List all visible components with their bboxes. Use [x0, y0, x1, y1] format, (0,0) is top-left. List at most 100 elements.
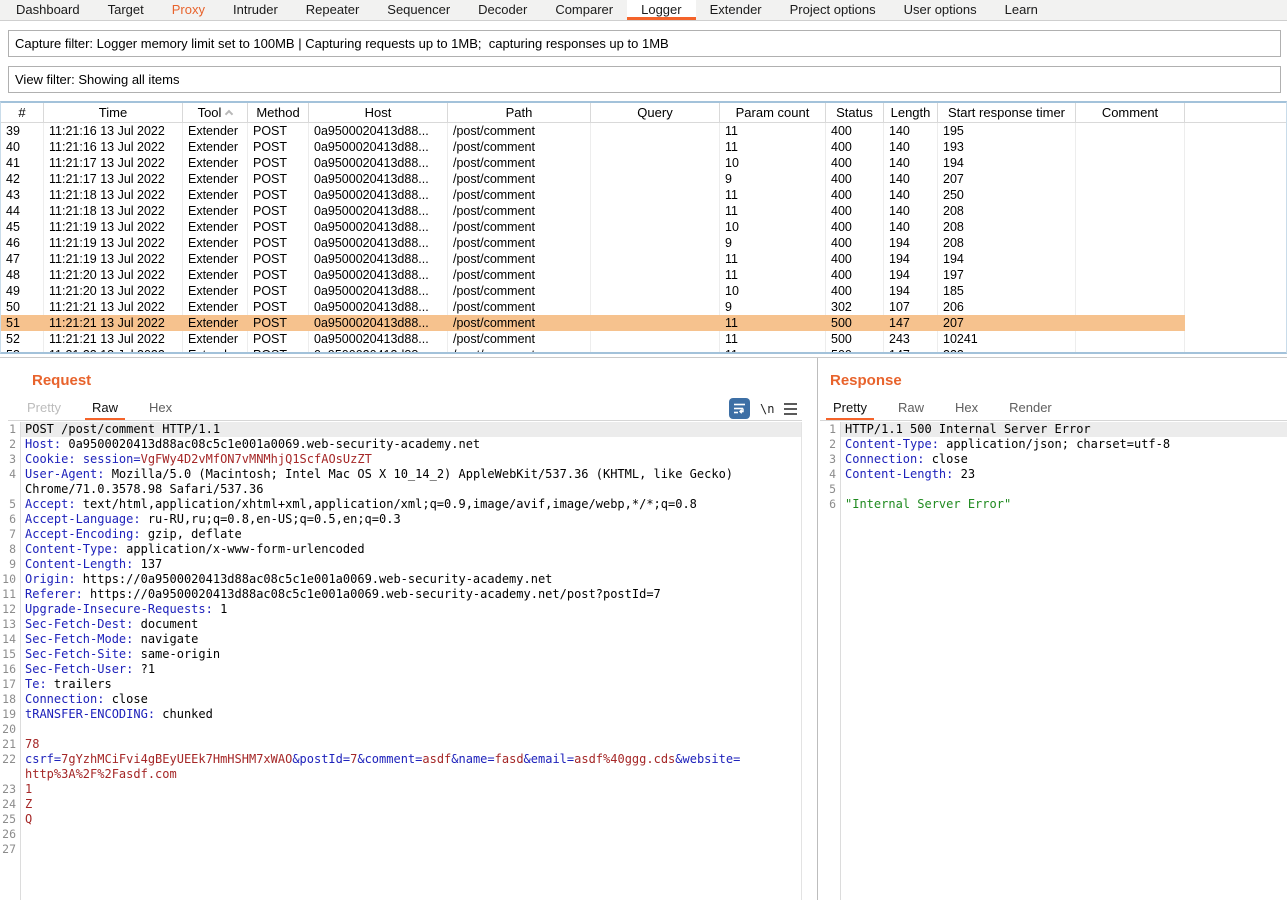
cell-param-count: 11: [720, 331, 826, 347]
soft-wrap-toggle-icon[interactable]: [729, 398, 750, 419]
menu-item-project-options[interactable]: Project options: [776, 0, 890, 20]
column-header-start-response-timer[interactable]: Start response timer: [938, 103, 1076, 122]
cell-start-response-timer: 185: [938, 283, 1076, 299]
menu-item-logger[interactable]: Logger: [627, 0, 695, 20]
log-row-43[interactable]: 4311:21:18 13 Jul 2022ExtenderPOST0a9500…: [1, 187, 1185, 203]
tab-response-raw[interactable]: Raw: [891, 396, 931, 421]
cell-path: /post/comment: [448, 171, 591, 187]
cell-comment: [1076, 187, 1185, 203]
log-row-52[interactable]: 5211:21:21 13 Jul 2022ExtenderPOST0a9500…: [1, 331, 1185, 347]
newline-toggle-icon[interactable]: \n: [760, 402, 774, 416]
log-row-50[interactable]: 5011:21:21 13 Jul 2022ExtenderPOST0a9500…: [1, 299, 1185, 315]
column-header-label: Comment: [1102, 105, 1158, 120]
column-header-comment[interactable]: Comment: [1076, 103, 1185, 122]
cell-time: 11:21:19 13 Jul 2022: [44, 235, 183, 251]
log-row-39[interactable]: 3911:21:16 13 Jul 2022ExtenderPOST0a9500…: [1, 123, 1185, 139]
column-header-length[interactable]: Length: [884, 103, 938, 122]
column-header-status[interactable]: Status: [826, 103, 884, 122]
cell-time: 11:21:18 13 Jul 2022: [44, 187, 183, 203]
tab-request-pretty[interactable]: Pretty: [20, 396, 68, 421]
cell-num: 47: [1, 251, 44, 267]
cell-start-response-timer: 195: [938, 123, 1076, 139]
menu-item-learn[interactable]: Learn: [991, 0, 1052, 20]
line-number: 12: [0, 602, 20, 617]
column-header-num[interactable]: #: [1, 103, 44, 122]
cell-time: 11:21:18 13 Jul 2022: [44, 203, 183, 219]
cell-num: 51: [1, 315, 44, 331]
cell-path: /post/comment: [448, 203, 591, 219]
cell-num: 41: [1, 155, 44, 171]
cell-status: 400: [826, 139, 884, 155]
log-row-49[interactable]: 4911:21:20 13 Jul 2022ExtenderPOST0a9500…: [1, 283, 1185, 299]
cell-param-count: 11: [720, 315, 826, 331]
cell-length: 194: [884, 251, 938, 267]
cell-query: [591, 283, 720, 299]
cell-tool: Extender: [183, 299, 248, 315]
cell-num: 52: [1, 331, 44, 347]
cell-tool: Extender: [183, 219, 248, 235]
editor-menu-icon[interactable]: [784, 403, 797, 415]
view-filter-bar[interactable]: View filter: Showing all items: [8, 66, 1281, 93]
menu-item-user-options[interactable]: User options: [890, 0, 991, 20]
logger-table[interactable]: #TimeToolMethodHostPathQueryParam countS…: [0, 101, 1287, 354]
tab-response-hex[interactable]: Hex: [948, 396, 985, 421]
line-number: 8: [0, 542, 20, 557]
cell-query: [591, 203, 720, 219]
log-row-53[interactable]: 5311:21:22 13 Jul 2022ExtenderPOST0a9500…: [1, 347, 1185, 354]
menu-item-dashboard[interactable]: Dashboard: [2, 0, 94, 20]
cell-status: 400: [826, 123, 884, 139]
request-editor[interactable]: 1POST /post/comment HTTP/1.12Host: 0a950…: [0, 422, 802, 900]
cell-host: 0a9500020413d88...: [309, 219, 448, 235]
menu-item-repeater[interactable]: Repeater: [292, 0, 373, 20]
cell-tool: Extender: [183, 235, 248, 251]
menu-item-extender[interactable]: Extender: [696, 0, 776, 20]
column-header-time[interactable]: Time: [44, 103, 183, 122]
tab-response-pretty[interactable]: Pretty: [826, 396, 874, 421]
column-header-method[interactable]: Method: [248, 103, 309, 122]
response-tabs: Pretty Raw Hex Render: [826, 396, 1076, 421]
request-line-4: 4User-Agent: Mozilla/5.0 (Macintosh; Int…: [0, 467, 801, 497]
log-row-40[interactable]: 4011:21:16 13 Jul 2022ExtenderPOST0a9500…: [1, 139, 1185, 155]
request-line-10: 10Origin: https://0a9500020413d88ac08c5c…: [0, 572, 801, 587]
log-row-47[interactable]: 4711:21:19 13 Jul 2022ExtenderPOST0a9500…: [1, 251, 1185, 267]
logger-table-header: #TimeToolMethodHostPathQueryParam countS…: [1, 103, 1286, 123]
response-editor[interactable]: 1HTTP/1.1 500 Internal Server Error2Cont…: [820, 422, 1287, 900]
column-header-query[interactable]: Query: [591, 103, 720, 122]
request-line-1: 1POST /post/comment HTTP/1.1: [0, 422, 801, 437]
cell-path: /post/comment: [448, 123, 591, 139]
tab-request-hex[interactable]: Hex: [142, 396, 179, 421]
menu-item-sequencer[interactable]: Sequencer: [373, 0, 464, 20]
log-row-45[interactable]: 4511:21:19 13 Jul 2022ExtenderPOST0a9500…: [1, 219, 1185, 235]
cell-status: 400: [826, 235, 884, 251]
cell-query: [591, 139, 720, 155]
cell-start-response-timer: 193: [938, 139, 1076, 155]
log-row-51[interactable]: 5111:21:21 13 Jul 2022ExtenderPOST0a9500…: [1, 315, 1185, 331]
cell-query: [591, 299, 720, 315]
column-header-path[interactable]: Path: [448, 103, 591, 122]
cell-path: /post/comment: [448, 187, 591, 203]
column-header-host[interactable]: Host: [309, 103, 448, 122]
log-row-41[interactable]: 4111:21:17 13 Jul 2022ExtenderPOST0a9500…: [1, 155, 1185, 171]
menu-item-proxy[interactable]: Proxy: [158, 0, 219, 20]
log-row-44[interactable]: 4411:21:18 13 Jul 2022ExtenderPOST0a9500…: [1, 203, 1185, 219]
menu-item-target[interactable]: Target: [94, 0, 158, 20]
menu-item-decoder[interactable]: Decoder: [464, 0, 541, 20]
tab-response-render[interactable]: Render: [1002, 396, 1059, 421]
request-line-24: 24Z: [0, 797, 801, 812]
cell-comment: [1076, 219, 1185, 235]
cell-param-count: 11: [720, 123, 826, 139]
log-row-42[interactable]: 4211:21:17 13 Jul 2022ExtenderPOST0a9500…: [1, 171, 1185, 187]
column-header-tool[interactable]: Tool: [183, 103, 248, 122]
tab-request-raw[interactable]: Raw: [85, 396, 125, 421]
line-number: 22: [0, 752, 20, 767]
menu-item-comparer[interactable]: Comparer: [541, 0, 627, 20]
request-line-13: 13Sec-Fetch-Dest: document: [0, 617, 801, 632]
cell-length: 140: [884, 139, 938, 155]
column-header-param-count[interactable]: Param count: [720, 103, 826, 122]
menu-item-intruder[interactable]: Intruder: [219, 0, 292, 20]
capture-filter-bar[interactable]: Capture filter: Logger memory limit set …: [8, 30, 1281, 57]
log-row-48[interactable]: 4811:21:20 13 Jul 2022ExtenderPOST0a9500…: [1, 267, 1185, 283]
log-row-46[interactable]: 4611:21:19 13 Jul 2022ExtenderPOST0a9500…: [1, 235, 1185, 251]
column-header-label: Length: [891, 105, 931, 120]
cell-num: 45: [1, 219, 44, 235]
